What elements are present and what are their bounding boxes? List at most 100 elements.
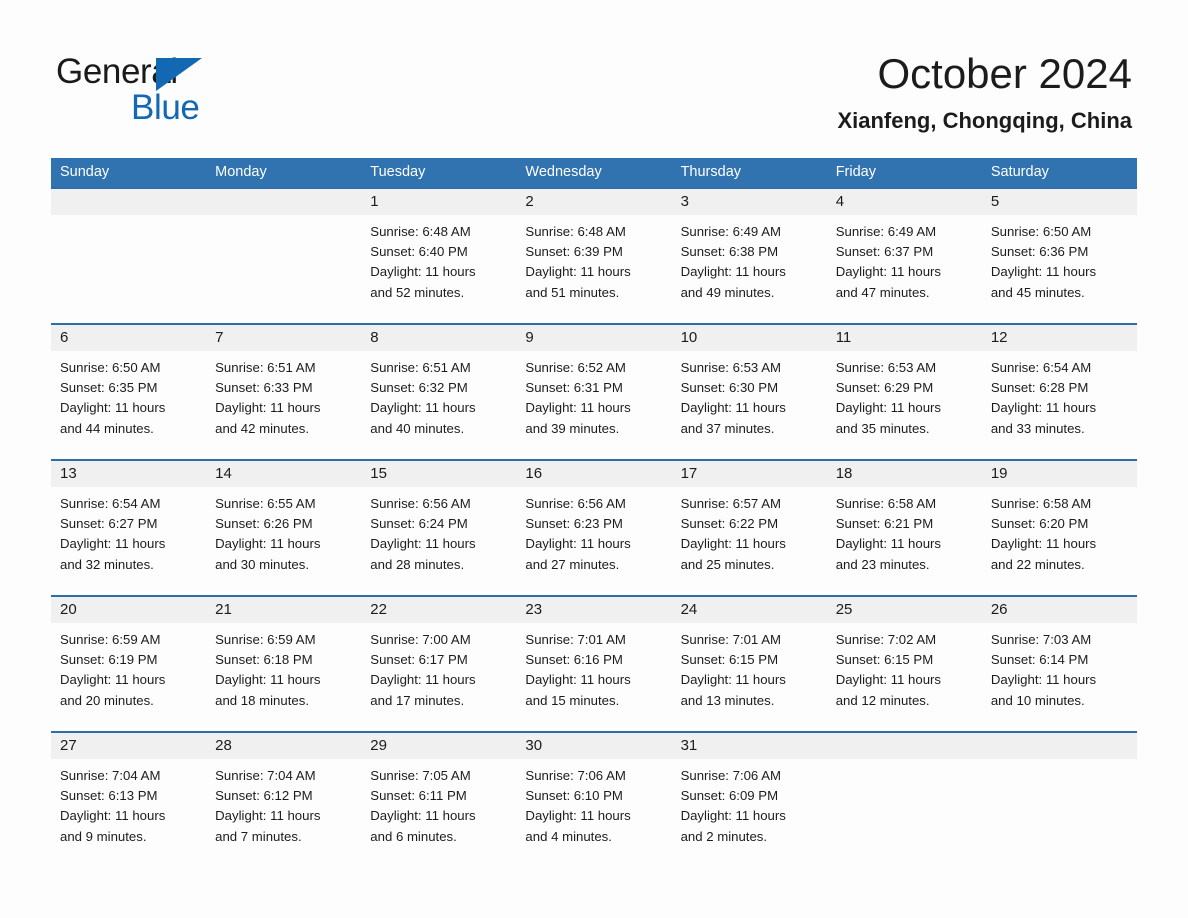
day-cell[interactable]: Sunrise: 6:54 AM Sunset: 6:27 PM Dayligh… bbox=[51, 487, 206, 595]
daylight-text-line1: Daylight: 11 hours bbox=[525, 536, 631, 552]
calendar-week-row: 27 28 29 30 31 Sunrise: 7:04 AM Sunset: … bbox=[51, 731, 1137, 867]
day-detail-band: Sunrise: 6:54 AM Sunset: 6:27 PM Dayligh… bbox=[51, 487, 1137, 595]
day-cell[interactable]: Sunrise: 6:57 AM Sunset: 6:22 PM Dayligh… bbox=[672, 487, 827, 595]
day-cell[interactable]: Sunrise: 7:05 AM Sunset: 6:11 PM Dayligh… bbox=[361, 759, 516, 867]
day-number[interactable]: 14 bbox=[206, 461, 361, 487]
day-number[interactable]: 4 bbox=[827, 189, 982, 215]
day-cell[interactable]: Sunrise: 6:49 AM Sunset: 6:37 PM Dayligh… bbox=[827, 215, 982, 323]
day-number[interactable]: 10 bbox=[672, 325, 827, 351]
generalblue-logo[interactable]: General Blue bbox=[56, 52, 256, 134]
day-cell[interactable]: Sunrise: 6:59 AM Sunset: 6:19 PM Dayligh… bbox=[51, 623, 206, 731]
daylight-text-line1: Daylight: 11 hours bbox=[215, 808, 321, 824]
daylight-text-line1: Daylight: 11 hours bbox=[60, 808, 166, 824]
daylight-text-line2: and 49 minutes. bbox=[680, 284, 775, 300]
day-number-band: 27 28 29 30 31 bbox=[51, 733, 1137, 759]
day-cell[interactable]: Sunrise: 6:56 AM Sunset: 6:24 PM Dayligh… bbox=[361, 487, 516, 595]
day-cell[interactable]: Sunrise: 6:55 AM Sunset: 6:26 PM Dayligh… bbox=[206, 487, 361, 595]
sunset-text: Sunset: 6:19 PM bbox=[60, 652, 158, 668]
day-number[interactable] bbox=[51, 189, 206, 215]
triangle-icon bbox=[156, 58, 202, 91]
day-number[interactable]: 16 bbox=[516, 461, 671, 487]
day-cell[interactable]: Sunrise: 6:58 AM Sunset: 6:20 PM Dayligh… bbox=[982, 487, 1137, 595]
day-number[interactable] bbox=[206, 189, 361, 215]
day-cell[interactable]: Sunrise: 7:01 AM Sunset: 6:16 PM Dayligh… bbox=[516, 623, 671, 731]
day-number[interactable]: 6 bbox=[51, 325, 206, 351]
day-cell[interactable]: Sunrise: 7:04 AM Sunset: 6:12 PM Dayligh… bbox=[206, 759, 361, 867]
day-number[interactable]: 13 bbox=[51, 461, 206, 487]
day-cell[interactable]: Sunrise: 6:53 AM Sunset: 6:29 PM Dayligh… bbox=[827, 351, 982, 459]
day-cell[interactable]: Sunrise: 7:00 AM Sunset: 6:17 PM Dayligh… bbox=[361, 623, 516, 731]
weekday-header-wednesday: Wednesday bbox=[525, 164, 602, 180]
day-cell[interactable]: Sunrise: 7:06 AM Sunset: 6:10 PM Dayligh… bbox=[516, 759, 671, 867]
day-cell[interactable]: Sunrise: 6:50 AM Sunset: 6:36 PM Dayligh… bbox=[982, 215, 1137, 323]
day-cell[interactable] bbox=[206, 215, 361, 323]
day-number-band: 6 7 8 9 10 11 12 bbox=[51, 325, 1137, 351]
day-number[interactable]: 17 bbox=[672, 461, 827, 487]
day-number[interactable]: 15 bbox=[361, 461, 516, 487]
day-number[interactable]: 28 bbox=[206, 733, 361, 759]
day-number[interactable]: 30 bbox=[516, 733, 671, 759]
day-detail-band: Sunrise: 6:59 AM Sunset: 6:19 PM Dayligh… bbox=[51, 623, 1137, 731]
daylight-text-line2: and 42 minutes. bbox=[215, 420, 309, 436]
day-cell[interactable]: Sunrise: 6:51 AM Sunset: 6:33 PM Dayligh… bbox=[206, 351, 361, 459]
day-cell[interactable]: Sunrise: 6:58 AM Sunset: 6:21 PM Dayligh… bbox=[827, 487, 982, 595]
day-cell[interactable]: Sunrise: 6:51 AM Sunset: 6:32 PM Dayligh… bbox=[361, 351, 516, 459]
day-cell[interactable]: Sunrise: 6:48 AM Sunset: 6:40 PM Dayligh… bbox=[361, 215, 516, 323]
day-number[interactable]: 5 bbox=[982, 189, 1137, 215]
daylight-text-line2: and 28 minutes. bbox=[370, 556, 465, 572]
daylight-text-line1: Daylight: 11 hours bbox=[835, 400, 942, 416]
day-cell[interactable]: Sunrise: 6:56 AM Sunset: 6:23 PM Dayligh… bbox=[516, 487, 671, 595]
day-cell[interactable]: Sunrise: 6:49 AM Sunset: 6:38 PM Dayligh… bbox=[672, 215, 827, 323]
day-number[interactable]: 26 bbox=[982, 597, 1137, 623]
day-number[interactable]: 3 bbox=[672, 189, 827, 215]
daylight-text-line2: and 51 minutes. bbox=[525, 284, 620, 300]
day-number[interactable]: 12 bbox=[982, 325, 1137, 351]
day-cell[interactable]: Sunrise: 6:52 AM Sunset: 6:31 PM Dayligh… bbox=[516, 351, 671, 459]
day-number[interactable]: 2 bbox=[516, 189, 671, 215]
daylight-text-line1: Daylight: 11 hours bbox=[680, 400, 786, 416]
day-cell[interactable]: Sunrise: 7:03 AM Sunset: 6:14 PM Dayligh… bbox=[982, 623, 1137, 731]
sunrise-text: Sunrise: 6:59 AM bbox=[60, 632, 161, 647]
day-number[interactable]: 22 bbox=[361, 597, 516, 623]
day-cell[interactable] bbox=[982, 759, 1137, 867]
day-cell[interactable]: Sunrise: 6:59 AM Sunset: 6:18 PM Dayligh… bbox=[206, 623, 361, 731]
day-number[interactable]: 21 bbox=[206, 597, 361, 623]
sunset-text: Sunset: 6:23 PM bbox=[525, 516, 623, 532]
daylight-text-line1: Daylight: 11 hours bbox=[525, 264, 631, 280]
day-number[interactable]: 27 bbox=[51, 733, 206, 759]
day-cell[interactable]: Sunrise: 7:02 AM Sunset: 6:15 PM Dayligh… bbox=[827, 623, 982, 731]
day-number[interactable]: 24 bbox=[672, 597, 827, 623]
daylight-text-line2: and 17 minutes. bbox=[370, 692, 465, 708]
day-cell[interactable]: Sunrise: 7:01 AM Sunset: 6:15 PM Dayligh… bbox=[672, 623, 827, 731]
day-number[interactable]: 25 bbox=[827, 597, 982, 623]
day-number[interactable]: 8 bbox=[361, 325, 516, 351]
day-number[interactable]: 20 bbox=[51, 597, 206, 623]
daylight-text-line2: and 44 minutes. bbox=[60, 420, 154, 436]
day-cell[interactable]: Sunrise: 6:53 AM Sunset: 6:30 PM Dayligh… bbox=[672, 351, 827, 459]
sunset-text: Sunset: 6:28 PM bbox=[990, 380, 1089, 396]
title-block: October 2024 Xianfeng, Chongqing, China bbox=[837, 48, 1132, 136]
sunrise-text: Sunrise: 7:05 AM bbox=[370, 768, 471, 783]
day-cell[interactable]: Sunrise: 6:48 AM Sunset: 6:39 PM Dayligh… bbox=[516, 215, 671, 323]
sunset-text: Sunset: 6:15 PM bbox=[835, 652, 934, 668]
day-number[interactable]: 19 bbox=[982, 461, 1137, 487]
day-number[interactable]: 9 bbox=[516, 325, 671, 351]
day-cell[interactable]: Sunrise: 6:50 AM Sunset: 6:35 PM Dayligh… bbox=[51, 351, 206, 459]
daylight-text-line2: and 52 minutes. bbox=[370, 284, 465, 300]
day-cell[interactable]: Sunrise: 7:04 AM Sunset: 6:13 PM Dayligh… bbox=[51, 759, 206, 867]
sunrise-text: Sunrise: 6:52 AM bbox=[525, 360, 626, 375]
day-number[interactable]: 23 bbox=[516, 597, 671, 623]
day-number[interactable] bbox=[827, 733, 982, 759]
day-number[interactable]: 29 bbox=[361, 733, 516, 759]
day-number[interactable]: 31 bbox=[672, 733, 827, 759]
day-number[interactable] bbox=[982, 733, 1137, 759]
weekday-header-saturday: Saturday bbox=[990, 164, 1049, 180]
day-cell[interactable] bbox=[51, 215, 206, 323]
day-number[interactable]: 1 bbox=[361, 189, 516, 215]
day-cell[interactable]: Sunrise: 6:54 AM Sunset: 6:28 PM Dayligh… bbox=[982, 351, 1137, 459]
day-number[interactable]: 11 bbox=[827, 325, 982, 351]
day-number[interactable]: 7 bbox=[206, 325, 361, 351]
day-cell[interactable] bbox=[827, 759, 982, 867]
day-number[interactable]: 18 bbox=[827, 461, 982, 487]
day-cell[interactable]: Sunrise: 7:06 AM Sunset: 6:09 PM Dayligh… bbox=[672, 759, 827, 867]
